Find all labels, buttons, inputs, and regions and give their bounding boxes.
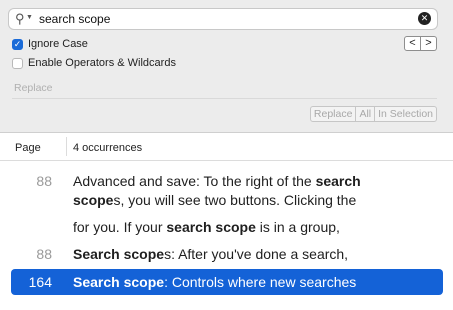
result-snippet: for you. If your search scope is in a gr… (73, 219, 340, 235)
previous-result-button[interactable]: < (404, 36, 421, 51)
replace-in-selection-button[interactable]: In Selection (374, 107, 436, 121)
column-header-occurrences[interactable]: 4 occurrences (73, 142, 142, 154)
result-page-number: 164 (28, 274, 52, 290)
operators-checkbox[interactable] (12, 57, 23, 69)
result-snippet: scopes, you will see two buttons. Clicki… (73, 192, 357, 208)
search-input[interactable] (39, 10, 389, 28)
operators-option[interactable]: Enable Operators & Wildcards (12, 55, 176, 71)
replace-input[interactable] (12, 78, 441, 98)
next-result-button[interactable]: > (421, 36, 437, 51)
ignore-case-checkbox[interactable]: ✓ (12, 38, 23, 50)
ignore-case-option[interactable]: ✓ Ignore Case (12, 36, 88, 52)
result-page-number: 88 (36, 246, 52, 262)
column-separator (66, 137, 67, 156)
result-row-selected[interactable]: 164 Search scope: Controls where new sea… (11, 269, 443, 295)
replace-all-button[interactable]: All (355, 107, 374, 121)
replace-button[interactable]: Replace (311, 107, 356, 121)
operators-label: Enable Operators & Wildcards (28, 57, 176, 69)
result-navigation: < > (404, 36, 437, 51)
search-icon[interactable]: ⚲ (15, 11, 25, 27)
chevron-down-icon[interactable]: ▼ (26, 13, 33, 23)
clear-search-icon[interactable]: ✕ (418, 12, 431, 25)
result-snippet: Search scope: Controls where new searche… (73, 274, 357, 290)
result-snippet: Advanced and save: To the right of the s… (73, 173, 361, 189)
results-list: Page 4 occurrences 88 Advanced and save:… (0, 133, 453, 310)
replace-button-group: Replace All In Selection (309, 106, 437, 122)
result-snippet: Search scopes: After you've done a searc… (73, 246, 349, 262)
column-header-page[interactable]: Page (15, 142, 41, 154)
result-page-number: 88 (36, 173, 52, 189)
results-header: Page 4 occurrences (0, 133, 453, 161)
find-panel: ⚲ ▼ ✕ ✓ Ignore Case < > Enable Operators… (0, 0, 453, 132)
replace-field[interactable] (12, 78, 441, 99)
ignore-case-label: Ignore Case (28, 38, 88, 50)
search-field[interactable]: ⚲ ▼ ✕ (8, 8, 438, 30)
